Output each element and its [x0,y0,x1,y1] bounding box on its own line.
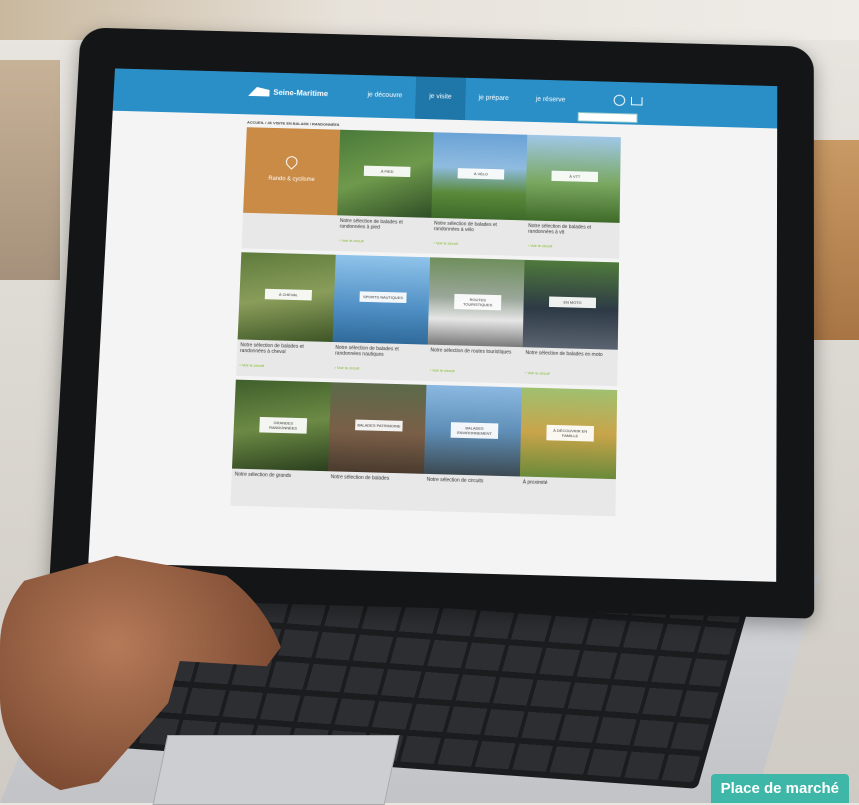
tile-label: GRANDES RANDONNÉES [259,417,307,434]
trackpad[interactable] [153,735,400,805]
tile-grandes-randonnees[interactable]: GRANDES RANDONNÉES Notre sélection de gr… [230,380,331,509]
breadcrumb: ACCUEIL / JE VISITE EN BALADE / RANDONNÉ… [247,120,340,127]
tile-link[interactable]: › Voir le circuit [339,238,364,243]
tile-description: Notre sélection de balades [331,474,420,482]
tile-rando-cyclisme[interactable]: Rando & cyclisme [242,127,341,251]
tile-sports-nautiques[interactable]: SPORTS NAUTIQUES Notre sélection de bala… [331,255,430,381]
tile-link[interactable]: › Voir le circuit [239,362,264,367]
tile-link[interactable]: › Voir le circuit [528,243,553,248]
tile-a-pied[interactable]: À PIED Notre sélection de balades et ran… [336,130,434,254]
tile-label: À DÉCOUVRIR EN FAMILLE [546,425,594,442]
tile-label: BALADES PATRIMOINE [355,420,403,432]
background-object [0,60,60,280]
tile-link[interactable]: › Voir le circuit [335,365,360,370]
tile-label: À PIED [364,166,411,177]
main-nav: je découvre je visite je prépare je rése… [353,75,579,123]
laptop-lid: Seine-Maritime je découvre je visite je … [48,27,814,618]
tile-description: À proximité [523,480,612,488]
tile-link[interactable]: › Voir le circuit [433,240,458,245]
tile-link[interactable]: › Voir le circuit [430,368,455,373]
logo-icon [248,87,270,97]
tile-a-vtt[interactable]: À VTT Notre sélection de balades et rand… [525,135,621,259]
nav-item-reserve[interactable]: je réserve [522,79,579,123]
tile-label: BALADES ENVIRONNEMENT [451,422,499,439]
header-tools [614,95,643,107]
tile-routes-touristiques[interactable]: ROUTES TOURISTIQUES Notre sélection de r… [427,257,525,383]
tile-a-velo[interactable]: À VÉLO Notre sélection de balades et ran… [430,132,527,256]
tile-en-moto[interactable]: EN MOTO Notre sélection de balades en mo… [522,260,619,386]
marketplace-badge: Place de marché [711,774,849,803]
tile-label: ROUTES TOURISTIQUES [454,294,501,310]
tile-description: Notre sélection de balades et randonnées… [340,218,428,232]
nav-item-visite[interactable]: je visite [415,76,466,120]
nav-item-decouvre[interactable]: je découvre [353,75,416,119]
tile-label: SPORTS NAUTIQUES [359,291,406,303]
tile-balades-environnement[interactable]: BALADES ENVIRONNEMENT Notre sélection de… [423,385,522,514]
tile-link[interactable]: › Voir le circuit [525,370,550,375]
accessibility-icon[interactable] [614,95,626,106]
tile-description: Notre sélection de grands [235,472,324,480]
search-input[interactable] [578,112,638,123]
tile-grid: Rando & cyclisme À PIED Notre sélection … [230,127,623,520]
tile-image [243,127,340,215]
tile-balades-patrimoine[interactable]: BALADES PATRIMOINE Notre sélection de ba… [327,382,427,511]
cart-icon[interactable] [631,96,643,105]
tile-label: À VÉLO [458,168,505,179]
site-logo[interactable]: Seine-Maritime [248,87,328,98]
tile-description: Notre sélection de balades et randonnées… [335,345,424,359]
nav-item-prepare[interactable]: je prépare [465,78,523,122]
tile-description: Notre sélection de balades et randonnées… [528,223,616,237]
tile-row: Rando & cyclisme À PIED Notre sélection … [242,127,623,258]
tile-description: Notre sélection de routes touristiques [430,348,518,356]
logo-text: Seine-Maritime [273,88,328,98]
tile-description: Notre sélection de balades et randonnées… [434,221,522,235]
tile-row: GRANDES RANDONNÉES Notre sélection de gr… [230,380,619,517]
tile-label: À VTT [551,171,598,182]
tile-label: EN MOTO [549,296,596,308]
tile-description: Notre sélection de balades et randonnées… [240,342,329,356]
tile-row: À CHEVAL Notre sélection de balades et r… [236,252,621,386]
tile-description: Notre sélection de circuits [427,477,516,485]
laptop-screen: Seine-Maritime je découvre je visite je … [88,68,777,581]
site-header: Seine-Maritime je découvre je visite je … [113,68,778,128]
tile-description: Notre sélection de balades en moto [525,350,613,358]
tile-label: À CHEVAL [265,289,312,301]
tile-decouvrir-famille[interactable]: À DÉCOUVRIR EN FAMILLE À proximité [519,387,617,516]
tile-a-cheval[interactable]: À CHEVAL Notre sélection de balades et r… [236,252,336,378]
